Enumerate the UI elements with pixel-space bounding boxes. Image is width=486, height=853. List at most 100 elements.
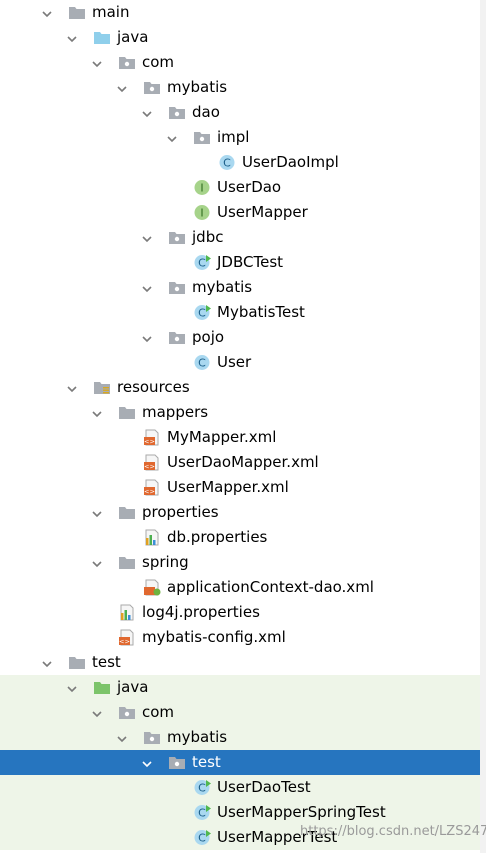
tree-row[interactable]: impl	[0, 125, 486, 150]
chevron-down-icon[interactable]	[141, 106, 153, 118]
package-icon	[193, 129, 211, 146]
tree-row[interactable]: java	[0, 25, 486, 50]
tree-row[interactable]: <> MyMapper.xml	[0, 425, 486, 450]
chevron-down-icon[interactable]	[66, 381, 78, 393]
tree-row[interactable]: C UserDaoImpl	[0, 150, 486, 175]
tree-item-label: com	[142, 53, 175, 71]
svg-text:<>: <>	[144, 463, 155, 471]
package-icon	[143, 79, 161, 96]
tree-item-label: dao	[192, 103, 220, 121]
tree-item-label: db.properties	[167, 528, 268, 546]
tree-row[interactable]: com	[0, 50, 486, 75]
tree-row[interactable]: I UserMapper	[0, 200, 486, 225]
tree-item-label: mybatis	[167, 728, 228, 746]
chevron-down-icon[interactable]	[91, 556, 103, 568]
tree-row[interactable]: pojo	[0, 325, 486, 350]
tree-row[interactable]: main	[0, 0, 486, 25]
tree-item-label: JDBCTest	[217, 253, 284, 271]
svg-text:C: C	[198, 832, 206, 845]
tree-row[interactable]: <> mybatis-config.xml	[0, 625, 486, 650]
tree-row[interactable]: C UserMapperSpringTest	[0, 800, 486, 825]
tree-row[interactable]: <> UserDaoMapper.xml	[0, 450, 486, 475]
tree-item-label: mybatis-config.xml	[142, 628, 286, 646]
tree-item-label: log4j.properties	[142, 603, 260, 621]
folder-icon	[68, 654, 86, 671]
resources-folder-icon	[93, 379, 111, 396]
svg-text:C: C	[198, 357, 206, 370]
xml-file-icon: <>	[143, 429, 161, 446]
tree-item-label: UserMapper	[217, 203, 308, 221]
tree-row[interactable]: mybatis	[0, 725, 486, 750]
tree-item-label: pojo	[192, 328, 225, 346]
tree-row[interactable]: C UserDaoTest	[0, 775, 486, 800]
chevron-down-icon[interactable]	[41, 656, 53, 668]
chevron-down-icon[interactable]	[91, 406, 103, 418]
package-icon	[118, 54, 136, 71]
folder-icon	[118, 404, 136, 421]
tree-item-label: User	[217, 353, 252, 371]
tree-row[interactable]: resources	[0, 375, 486, 400]
chevron-down-icon[interactable]	[166, 131, 178, 143]
tree-row[interactable]: dao	[0, 100, 486, 125]
chevron-down-icon[interactable]	[116, 81, 128, 93]
spring-xml-icon	[143, 579, 161, 596]
tree-item-label: test	[192, 753, 221, 771]
chevron-down-icon[interactable]	[41, 6, 53, 18]
svg-text:C: C	[198, 782, 206, 795]
chevron-down-icon[interactable]	[141, 331, 153, 343]
tree-row[interactable]: jdbc	[0, 225, 486, 250]
tree-row[interactable]: mybatis	[0, 275, 486, 300]
svg-text:C: C	[198, 307, 206, 320]
tree-row[interactable]: test	[0, 750, 486, 775]
tree-row[interactable]: mybatis	[0, 75, 486, 100]
tree-row[interactable]: test	[0, 650, 486, 675]
tree-item-label: mybatis	[192, 278, 253, 296]
chevron-down-icon[interactable]	[141, 231, 153, 243]
tree-row[interactable]: properties	[0, 500, 486, 525]
chevron-down-icon[interactable]	[141, 756, 153, 768]
folder-icon	[118, 554, 136, 571]
tree-row[interactable]: com	[0, 700, 486, 725]
svg-text:I: I	[200, 207, 203, 220]
project-tree[interactable]: main java com mybatis dao impl C UserDaoI…	[0, 0, 486, 853]
tree-item-label: com	[142, 703, 175, 721]
tree-item-label: spring	[142, 553, 189, 571]
tree-row[interactable]: C User	[0, 350, 486, 375]
tree-row[interactable]: applicationContext-dao.xml	[0, 575, 486, 600]
tree-row[interactable]: spring	[0, 550, 486, 575]
svg-text:<>: <>	[119, 638, 130, 646]
class-icon: C	[193, 354, 211, 371]
xml-file-icon: <>	[143, 479, 161, 496]
package-icon	[168, 229, 186, 246]
tree-row[interactable]: <> UserMapper.xml	[0, 475, 486, 500]
source-folder-icon	[93, 29, 111, 46]
chevron-down-icon[interactable]	[91, 706, 103, 718]
runnable-class-icon: C	[193, 304, 211, 321]
package-icon	[168, 754, 186, 771]
scrollbar[interactable]	[480, 0, 486, 853]
xml-file-icon: <>	[143, 454, 161, 471]
tree-row[interactable]: C MybatisTest	[0, 300, 486, 325]
tree-item-label: test	[92, 653, 121, 671]
test-source-folder-icon	[93, 679, 111, 696]
tree-row[interactable]: log4j.properties	[0, 600, 486, 625]
tree-row[interactable]: I UserDao	[0, 175, 486, 200]
svg-text:C: C	[198, 257, 206, 270]
interface-icon: I	[193, 179, 211, 196]
package-icon	[168, 329, 186, 346]
tree-row[interactable]: C JDBCTest	[0, 250, 486, 275]
tree-row[interactable]: db.properties	[0, 525, 486, 550]
chevron-down-icon[interactable]	[66, 31, 78, 43]
chevron-down-icon[interactable]	[116, 731, 128, 743]
runnable-class-icon: C	[193, 804, 211, 821]
folder-icon	[68, 4, 86, 21]
tree-row[interactable]: java	[0, 675, 486, 700]
chevron-down-icon[interactable]	[141, 281, 153, 293]
tree-item-label: UserDao	[217, 178, 282, 196]
tree-row[interactable]: mappers	[0, 400, 486, 425]
chevron-down-icon[interactable]	[91, 506, 103, 518]
tree-item-label: UserDaoMapper.xml	[167, 453, 319, 471]
folder-icon	[118, 504, 136, 521]
chevron-down-icon[interactable]	[66, 681, 78, 693]
chevron-down-icon[interactable]	[91, 56, 103, 68]
